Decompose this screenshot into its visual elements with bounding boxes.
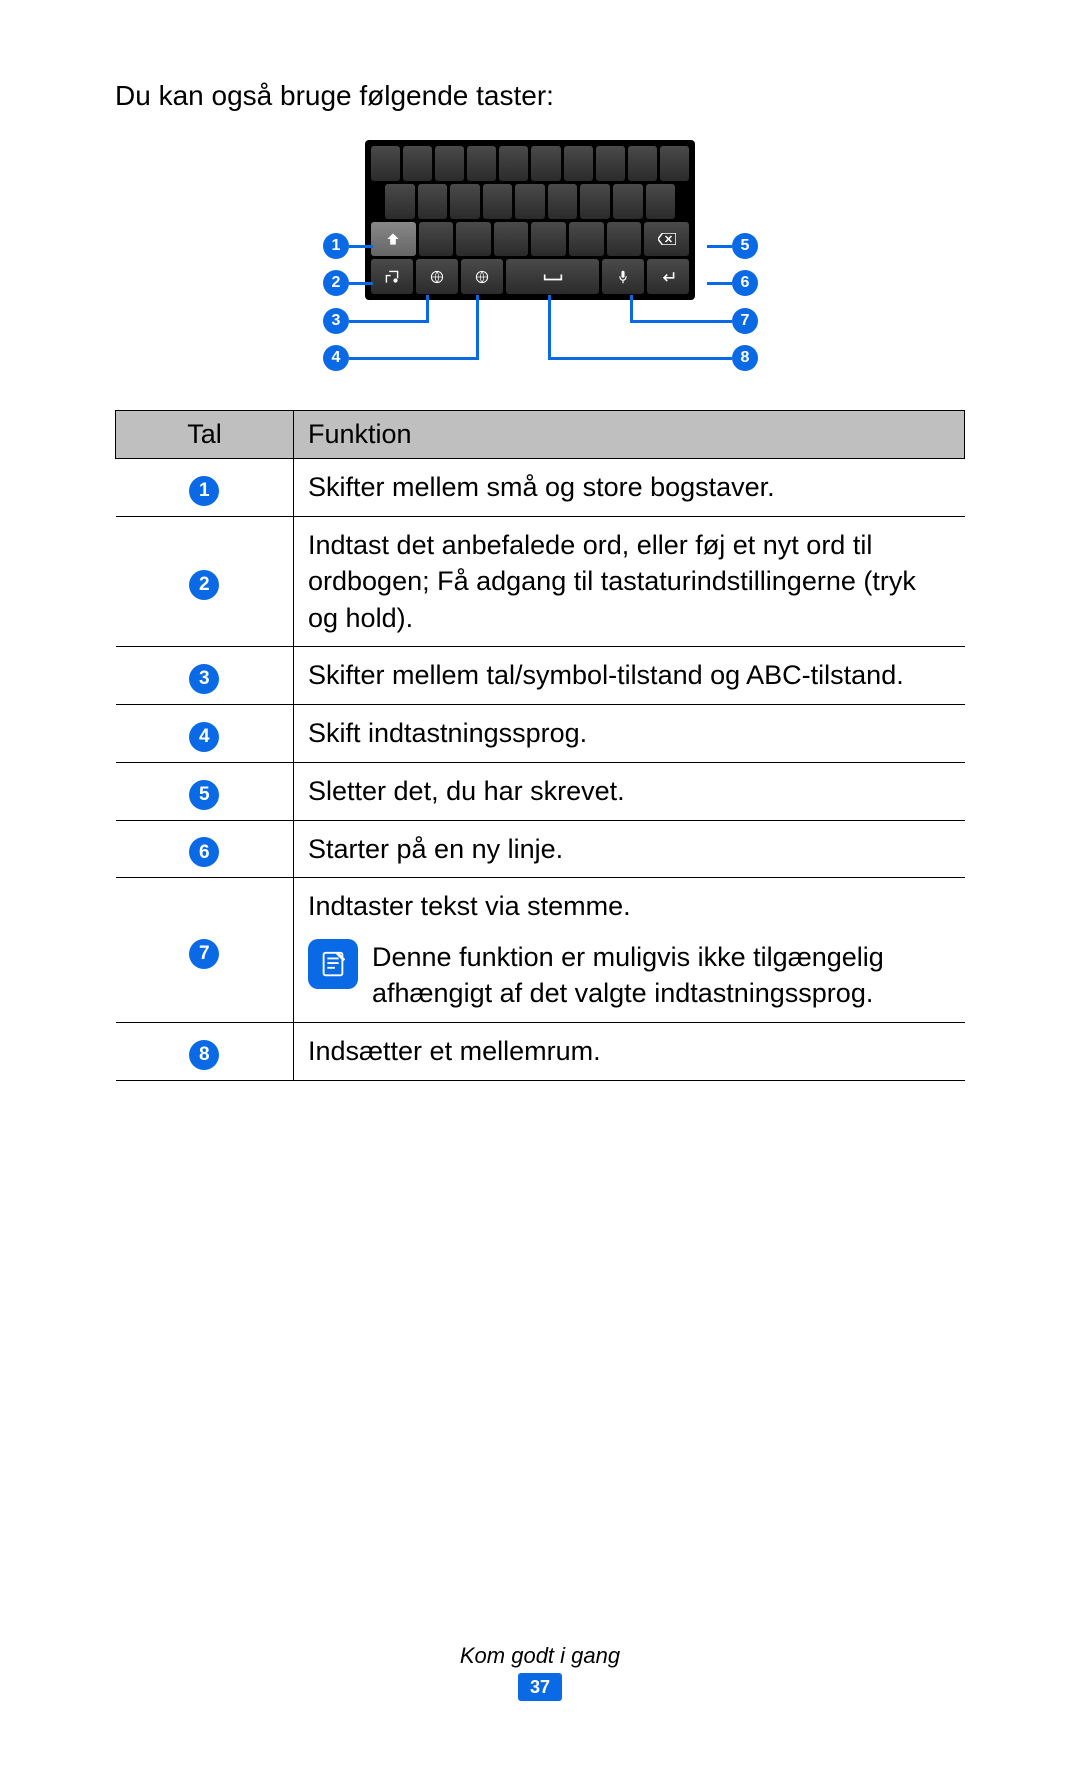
header-func: Funktion (294, 411, 965, 459)
table-row: 5 Sletter det, du har skrevet. (116, 762, 965, 820)
row-text-3: Skifter mellem tal/symbol-tilstand og AB… (294, 647, 965, 705)
shift-key-icon (371, 222, 416, 257)
row-text-2: Indtast det anbefalede ord, eller føj et… (294, 516, 965, 646)
table-row: 7 Indtaster tekst via stemme. Denne funk… (116, 878, 965, 1022)
table-row: 2 Indtast det anbefalede ord, eller føj … (116, 516, 965, 646)
keyboard-figure: 1 2 3 4 5 6 7 8 (115, 140, 965, 370)
table-row: 3 Skifter mellem tal/symbol-tilstand og … (116, 647, 965, 705)
row-num-8: 8 (189, 1040, 219, 1070)
row-num-5: 5 (189, 780, 219, 810)
table-row: 6 Starter på en ny linje. (116, 820, 965, 878)
language-key-icon (461, 259, 503, 294)
row-num-1: 1 (189, 476, 219, 506)
row-text-4: Skift indtastningssprog. (294, 704, 965, 762)
callout-4: 4 (323, 345, 349, 371)
row-text-1: Skifter mellem små og store bogstaver. (294, 459, 965, 517)
row-num-6: 6 (189, 837, 219, 867)
intro-text: Du kan også bruge følgende taster: (115, 80, 965, 112)
row-text-5: Sletter det, du har skrevet. (294, 762, 965, 820)
callout-5: 5 (732, 233, 758, 259)
table-row: 4 Skift indtastningssprog. (116, 704, 965, 762)
row-num-7: 7 (189, 939, 219, 969)
page-number: 37 (518, 1673, 562, 1701)
callout-8: 8 (732, 345, 758, 371)
enter-key-icon (647, 259, 689, 294)
space-key-icon (506, 259, 599, 294)
callout-3: 3 (323, 308, 349, 334)
page-footer: Kom godt i gang 37 (0, 1643, 1080, 1701)
callout-2: 2 (323, 270, 349, 296)
header-num: Tal (116, 411, 294, 459)
function-table: Tal Funktion 1 Skifter mellem små og sto… (115, 410, 965, 1081)
row-num-2: 2 (189, 570, 219, 600)
table-row: 8 Indsætter et mellemrum. (116, 1022, 965, 1080)
row-text-7: Indtaster tekst via stemme. (308, 888, 951, 924)
keyboard-mockup (365, 140, 695, 300)
row-num-4: 4 (189, 722, 219, 752)
note-icon (308, 939, 358, 989)
callout-6: 6 (732, 270, 758, 296)
backspace-key-icon (644, 222, 689, 257)
row-text-8: Indsætter et mellemrum. (294, 1022, 965, 1080)
mode-key-icon (416, 259, 458, 294)
voice-key-icon (602, 259, 644, 294)
settings-key-icon (371, 259, 413, 294)
table-row: 1 Skifter mellem små og store bogstaver. (116, 459, 965, 517)
row-num-3: 3 (189, 664, 219, 694)
callout-7: 7 (732, 308, 758, 334)
row-text-6: Starter på en ny linje. (294, 820, 965, 878)
callout-1: 1 (323, 233, 349, 259)
row-note-7: Denne funktion er muligvis ikke tilgænge… (372, 939, 951, 1012)
footer-section-title: Kom godt i gang (0, 1643, 1080, 1669)
